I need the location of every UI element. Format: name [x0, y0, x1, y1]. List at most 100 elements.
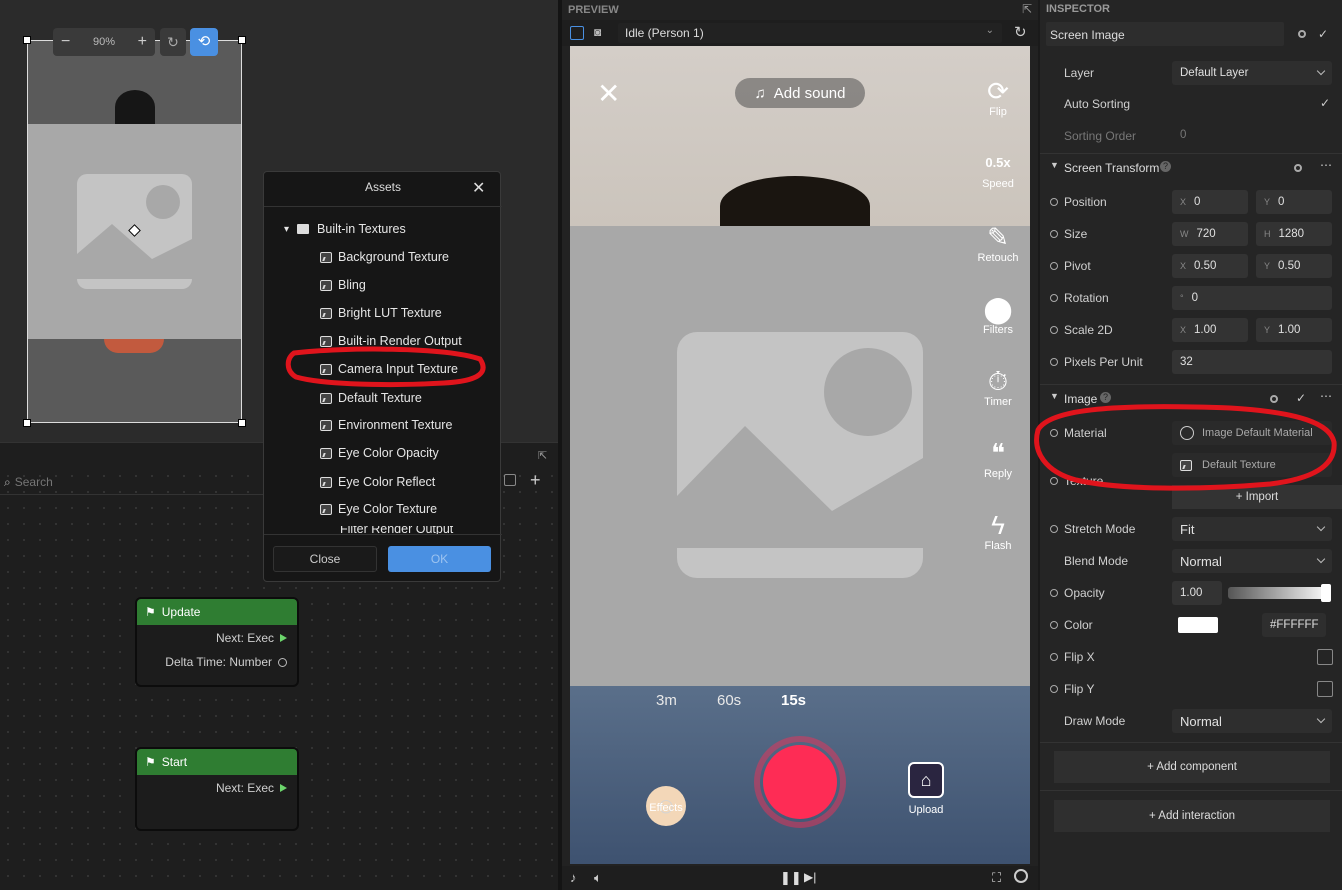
- device-icon[interactable]: [570, 26, 584, 40]
- add-node-icon[interactable]: +: [530, 470, 541, 491]
- exec-port-icon[interactable]: [280, 784, 287, 792]
- blend-select[interactable]: Normal: [1172, 549, 1332, 573]
- duration-3m[interactable]: 3m: [656, 692, 677, 709]
- start-node[interactable]: ⚑ Start Next: Exec: [135, 747, 299, 831]
- flipx-checkbox[interactable]: [1317, 649, 1333, 665]
- pivot-y-field[interactable]: Y 0.50: [1256, 254, 1332, 278]
- side-filters[interactable]: ⬤ Filters: [968, 294, 1028, 336]
- opacity-field[interactable]: 1.00: [1172, 581, 1222, 605]
- position-y-field[interactable]: Y0: [1256, 190, 1332, 214]
- asset-item[interactable]: Eye Color Reflect: [320, 475, 435, 489]
- search-input[interactable]: [14, 475, 215, 489]
- upload-icon[interactable]: ⌂: [908, 762, 944, 798]
- keyframe-icon[interactable]: [1050, 262, 1058, 270]
- record-icon[interactable]: [1014, 869, 1028, 883]
- close-icon[interactable]: ✕: [597, 80, 620, 108]
- keyframe-icon[interactable]: [1050, 358, 1058, 366]
- resize-handle[interactable]: [23, 36, 31, 44]
- popout-icon[interactable]: ⇱: [1022, 2, 1032, 16]
- asset-item-clipped[interactable]: Filter Render Output: [264, 526, 500, 534]
- scale-x-field[interactable]: X 1.00: [1172, 318, 1248, 342]
- close-icon[interactable]: ✕: [472, 178, 485, 198]
- keyframe-icon[interactable]: [1050, 685, 1058, 693]
- asset-item[interactable]: Background Texture: [320, 250, 449, 264]
- keyframe-icon[interactable]: [1050, 653, 1058, 661]
- screen-transform-section[interactable]: ▼ Screen Transform ? ⋯: [1040, 153, 1342, 181]
- keyframe-icon[interactable]: [1050, 230, 1058, 238]
- keyframe-icon[interactable]: [1050, 525, 1058, 533]
- side-reply[interactable]: ❝ Reply: [968, 438, 1028, 480]
- side-flash[interactable]: ϟ Flash: [968, 510, 1028, 552]
- asset-item[interactable]: Bright LUT Texture: [320, 306, 442, 320]
- keyframe-icon[interactable]: [1050, 621, 1058, 629]
- color-swatch[interactable]: [1178, 617, 1218, 633]
- object-name-field[interactable]: Screen Image: [1046, 22, 1284, 46]
- update-node[interactable]: ⚑ Update Next: Exec Delta Time: Number: [135, 597, 299, 687]
- size-w-field[interactable]: W 720: [1172, 222, 1248, 246]
- resize-handle[interactable]: [238, 36, 246, 44]
- asset-item[interactable]: Eye Color Texture: [320, 502, 437, 516]
- volume-icon[interactable]: 🔈︎: [594, 870, 602, 886]
- draw-mode-select[interactable]: Normal: [1172, 709, 1332, 733]
- number-port-icon[interactable]: [278, 657, 287, 667]
- visibility-icon[interactable]: [1298, 30, 1306, 38]
- duration-60s[interactable]: 60s: [717, 692, 741, 709]
- keyframe-icon[interactable]: [1050, 294, 1058, 302]
- camera-icon[interactable]: ◙: [594, 25, 601, 39]
- start-node-header[interactable]: ⚑ Start: [137, 749, 297, 775]
- side-retouch[interactable]: ✎ Retouch: [968, 222, 1028, 264]
- stretch-select[interactable]: Fit: [1172, 517, 1332, 541]
- help-icon[interactable]: ?: [1160, 161, 1171, 172]
- asset-item[interactable]: Environment Texture: [320, 418, 452, 432]
- size-h-field[interactable]: H 1280: [1256, 222, 1332, 246]
- keyframe-icon[interactable]: [1050, 326, 1058, 334]
- flipy-checkbox[interactable]: [1317, 681, 1333, 697]
- pivot-x-field[interactable]: X 0.50: [1172, 254, 1248, 278]
- popout-icon[interactable]: ⇱: [538, 449, 547, 462]
- update-node-header[interactable]: ⚑ Update: [137, 599, 297, 625]
- auto-sorting-checkbox[interactable]: ✓: [1320, 96, 1330, 110]
- side-speed[interactable]: 0.5x Speed: [968, 148, 1028, 190]
- resize-handle[interactable]: [238, 419, 246, 427]
- add-interaction-button[interactable]: + Add interaction: [1054, 800, 1330, 832]
- pause-icon[interactable]: ❚❚: [780, 870, 802, 886]
- record-button[interactable]: [763, 745, 837, 819]
- opacity-slider-handle[interactable]: [1321, 584, 1331, 602]
- color-hex-field[interactable]: #FFFFFF: [1262, 613, 1326, 637]
- reset-view-icon[interactable]: ↻: [160, 28, 186, 56]
- tiktok-icon[interactable]: ♪: [570, 870, 577, 885]
- phone-preview[interactable]: ✕ ♫ Add sound ⟳ Flip 0.5x Speed ✎ Retouch ⬤…: [570, 46, 1030, 864]
- layer-select[interactable]: Default Layer: [1172, 61, 1332, 85]
- asset-item[interactable]: Bling: [320, 278, 366, 292]
- position-x-field[interactable]: X0: [1172, 190, 1248, 214]
- visibility-icon[interactable]: [1294, 164, 1302, 172]
- side-flip[interactable]: ⟳ Flip: [968, 76, 1028, 118]
- fullscreen-icon[interactable]: ⛶: [992, 870, 1001, 886]
- folder-built-in-textures[interactable]: ▾ Built-in Textures: [284, 222, 406, 236]
- keyframe-icon[interactable]: [1050, 198, 1058, 206]
- add-sound-button[interactable]: ♫ Add sound: [735, 78, 865, 108]
- close-button[interactable]: Close: [273, 546, 377, 572]
- gizmo-toggle-icon[interactable]: ⟲: [190, 28, 218, 56]
- rotation-field[interactable]: ° 0: [1172, 286, 1332, 310]
- add-component-button[interactable]: + Add component: [1054, 751, 1330, 783]
- resize-handle[interactable]: [23, 419, 31, 427]
- side-timer[interactable]: ⏱ Timer: [968, 366, 1028, 408]
- asset-item[interactable]: Eye Color Opacity: [320, 446, 439, 460]
- asset-item[interactable]: Default Texture: [320, 391, 422, 405]
- keyframe-icon[interactable]: [1050, 589, 1058, 597]
- layout-icon[interactable]: [504, 474, 516, 486]
- refresh-icon[interactable]: ↻: [1014, 23, 1027, 41]
- scale-y-field[interactable]: Y 1.00: [1256, 318, 1332, 342]
- exec-port-icon[interactable]: [280, 634, 287, 642]
- person-select[interactable]: Idle (Person 1) ⌄: [618, 23, 1002, 43]
- zoom-out-icon[interactable]: −: [61, 33, 70, 51]
- zoom-in-icon[interactable]: +: [138, 33, 147, 51]
- ok-button[interactable]: OK: [388, 546, 491, 572]
- ppu-field[interactable]: 32: [1172, 350, 1332, 374]
- duration-15s[interactable]: 15s: [781, 692, 806, 709]
- opacity-slider[interactable]: [1228, 587, 1330, 599]
- enabled-check-icon[interactable]: ✓: [1318, 27, 1328, 41]
- more-icon[interactable]: ⋯: [1320, 158, 1332, 172]
- step-forward-icon[interactable]: ▶|: [804, 870, 816, 884]
